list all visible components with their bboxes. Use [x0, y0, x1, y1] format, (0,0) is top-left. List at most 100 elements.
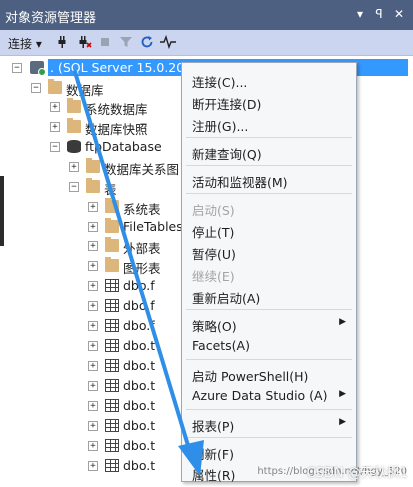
- menu-item-new-query[interactable]: 新建查询(Q): [182, 140, 356, 162]
- table-label[interactable]: dbo.t: [123, 458, 155, 473]
- file-tables-label[interactable]: FileTables: [123, 219, 183, 234]
- folder-icon: [48, 79, 62, 94]
- plug-icon[interactable]: [54, 35, 70, 51]
- collapse-toggle[interactable]: −: [69, 182, 79, 192]
- watermark: CSDN @天秋枫1: [306, 466, 408, 481]
- menu-item-register[interactable]: 注册(G)...: [182, 112, 356, 134]
- menu-separator: [186, 165, 352, 166]
- folder-icon: [105, 237, 119, 252]
- connect-button[interactable]: 连接 ▾: [8, 35, 42, 52]
- submenu-arrow-icon: ▶: [339, 417, 346, 427]
- expand-toggle[interactable]: +: [50, 102, 60, 112]
- table-icon: [105, 359, 119, 372]
- system-tables-label[interactable]: 系统表: [123, 199, 161, 218]
- table-icon: [105, 399, 119, 412]
- table-icon: [105, 419, 119, 432]
- expand-toggle[interactable]: +: [88, 301, 98, 311]
- db-diagrams-label[interactable]: 数据库关系图: [104, 159, 179, 178]
- table-icon: [105, 379, 119, 392]
- table-label[interactable]: dbo.t: [123, 418, 155, 433]
- table-icon: [105, 459, 119, 472]
- table-icon: [105, 339, 119, 352]
- table-label[interactable]: dbo.f: [123, 298, 155, 313]
- collapse-toggle[interactable]: −: [50, 142, 60, 152]
- submenu-arrow-icon: ▶: [339, 389, 346, 399]
- table-label[interactable]: dbo.t: [123, 358, 155, 373]
- activity-icon[interactable]: [160, 34, 176, 51]
- table-label[interactable]: dbo.f: [123, 278, 155, 293]
- menu-separator: [186, 359, 352, 360]
- external-tables-label[interactable]: 外部表: [123, 238, 161, 257]
- menu-item-connect[interactable]: 连接(C)...: [182, 68, 356, 90]
- expand-toggle[interactable]: +: [88, 441, 98, 451]
- expand-toggle[interactable]: +: [88, 401, 98, 411]
- table-label[interactable]: dbo.t: [123, 378, 155, 393]
- menu-item-disconnect[interactable]: 断开连接(D): [182, 90, 356, 112]
- menu-item-policies[interactable]: 策略(O) ▶: [182, 312, 356, 334]
- folder-icon: [86, 158, 100, 173]
- explorer-toolbar: 连接 ▾: [0, 30, 413, 56]
- expand-toggle[interactable]: +: [88, 461, 98, 471]
- menu-item-start: 启动(S): [192, 203, 235, 218]
- table-label[interactable]: dbo.t: [123, 338, 155, 353]
- close-icon[interactable]: ✕: [391, 6, 407, 22]
- folder-icon: [105, 257, 119, 272]
- stop-icon[interactable]: [97, 35, 113, 51]
- menu-separator: [186, 193, 352, 194]
- ftp-database-label[interactable]: ftpDatabase: [85, 139, 162, 154]
- menu-item-activity-monitor[interactable]: 活动和监视器(M): [182, 168, 356, 190]
- menu-item-azure-data-studio[interactable]: Azure Data Studio (A) ▶: [182, 384, 356, 406]
- folder-icon: [105, 198, 119, 213]
- menu-item-pause[interactable]: 暂停(U): [182, 240, 356, 262]
- snapshots-label[interactable]: 数据库快照: [85, 119, 148, 138]
- expand-toggle[interactable]: +: [88, 202, 98, 212]
- table-icon: [105, 439, 119, 452]
- system-databases-label[interactable]: 系统数据库: [85, 99, 148, 118]
- pin-icon[interactable]: ꟼ: [371, 6, 387, 22]
- table-icon: [105, 279, 119, 292]
- table-label[interactable]: dbo.t: [123, 438, 155, 453]
- expand-toggle[interactable]: +: [88, 261, 98, 271]
- expand-toggle[interactable]: +: [88, 241, 98, 251]
- graph-tables-label[interactable]: 图形表: [123, 258, 161, 277]
- left-edge-tab: [0, 176, 4, 246]
- expand-toggle[interactable]: +: [88, 281, 98, 291]
- expand-toggle[interactable]: +: [88, 341, 98, 351]
- server-icon: [30, 61, 46, 76]
- menu-separator: [186, 137, 352, 138]
- expand-toggle[interactable]: +: [50, 122, 60, 132]
- menu-item-stop[interactable]: 停止(T): [182, 218, 356, 240]
- table-icon: [105, 299, 119, 312]
- menu-item-reports[interactable]: 报表(P) ▶: [182, 412, 356, 434]
- table-label[interactable]: dbo.t: [123, 398, 155, 413]
- expand-toggle[interactable]: +: [88, 421, 98, 431]
- filter-icon[interactable]: [118, 35, 134, 51]
- menu-item-restart[interactable]: 重新启动(A): [182, 284, 356, 306]
- menu-item-resume: 继续(E): [192, 269, 235, 284]
- panel-title: 对象资源管理器: [5, 11, 97, 26]
- menu-item-facets[interactable]: Facets(A): [182, 334, 356, 356]
- expand-toggle[interactable]: +: [88, 361, 98, 371]
- expand-toggle[interactable]: +: [88, 381, 98, 391]
- expand-toggle[interactable]: +: [88, 222, 98, 232]
- menu-separator: [186, 409, 352, 410]
- dropdown-icon[interactable]: ▾: [352, 6, 368, 22]
- folder-icon: [105, 218, 119, 233]
- table-label[interactable]: dbo.f: [123, 318, 155, 333]
- folder-icon: [67, 118, 81, 133]
- tables-label[interactable]: 表: [104, 179, 117, 198]
- menu-item-refresh[interactable]: 刷新(F): [182, 440, 356, 462]
- expand-toggle[interactable]: +: [88, 321, 98, 331]
- menu-separator: [186, 437, 352, 438]
- expand-toggle[interactable]: +: [69, 162, 79, 172]
- folder-icon: [86, 178, 100, 193]
- context-menu: 连接(C)... 断开连接(D) 注册(G)... 新建查询(Q) 活动和监视器…: [181, 62, 357, 483]
- menu-separator: [186, 309, 352, 310]
- collapse-toggle[interactable]: −: [12, 63, 22, 73]
- object-explorer-titlebar: 对象资源管理器 ▾ ꟼ ✕: [0, 0, 413, 30]
- folder-icon: [67, 98, 81, 113]
- refresh-icon[interactable]: [139, 35, 155, 51]
- collapse-toggle[interactable]: −: [31, 83, 41, 93]
- menu-item-powershell[interactable]: 启动 PowerShell(H): [182, 362, 356, 384]
- disconnect-icon[interactable]: [77, 35, 93, 51]
